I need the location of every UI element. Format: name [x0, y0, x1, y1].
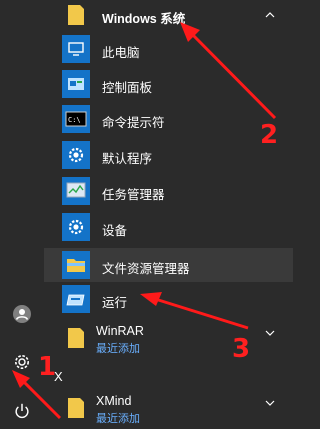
list-item-devices[interactable]: 设备 — [44, 212, 293, 242]
group-title: XMind — [96, 394, 132, 408]
list-item-label: 控制面板 — [102, 81, 153, 95]
gear-icon — [62, 213, 90, 241]
list-item-run[interactable]: 运行 — [44, 284, 293, 314]
app-list: Windows 系统 此电脑 控制面板 C:\ 命令提示符 默认程序 任务管理器… — [44, 0, 293, 425]
list-item-file-explorer[interactable]: 文件资源管理器 — [44, 248, 293, 282]
folder-icon — [62, 394, 90, 422]
annotation-number-1: 1 — [38, 352, 57, 382]
folder-icon — [62, 251, 90, 279]
gear-icon — [15, 355, 29, 369]
run-icon — [62, 285, 90, 313]
chevron-down-icon[interactable] — [263, 396, 277, 410]
list-item-label: 运行 — [102, 296, 128, 310]
recently-added-label: 最近添加 — [96, 413, 140, 425]
command-prompt-icon: C:\ — [62, 105, 90, 133]
chevron-down-icon[interactable] — [263, 326, 277, 340]
recently-added-label: 最近添加 — [96, 343, 140, 355]
list-item-label: 任务管理器 — [102, 188, 165, 202]
letter-header-x[interactable]: X — [44, 366, 293, 388]
power-button[interactable] — [0, 393, 44, 429]
gear-icon — [62, 141, 90, 169]
computer-icon — [62, 35, 90, 63]
annotation-number-3: 3 — [232, 334, 251, 364]
control-panel-icon — [62, 70, 90, 98]
list-item-label: 默认程序 — [102, 152, 153, 166]
list-item-label: 命令提示符 — [102, 116, 165, 130]
list-item-command-prompt[interactable]: C:\ 命令提示符 — [44, 104, 293, 134]
svg-text:C:\: C:\ — [68, 116, 81, 124]
list-item-task-manager[interactable]: 任务管理器 — [44, 176, 293, 206]
power-icon — [15, 403, 29, 419]
list-item-control-panel[interactable]: 控制面板 — [44, 69, 293, 99]
folder-icon — [62, 324, 90, 352]
chevron-up-icon[interactable] — [263, 8, 277, 22]
list-item-label: 设备 — [102, 224, 128, 238]
user-account-button[interactable] — [0, 296, 44, 332]
group-windows-system[interactable]: Windows 系统 — [44, 0, 293, 30]
list-item-default-programs[interactable]: 默认程序 — [44, 140, 293, 170]
group-winrar[interactable]: WinRAR 最近添加 — [44, 320, 293, 356]
list-item-this-pc[interactable]: 此电脑 — [44, 34, 293, 64]
group-title: WinRAR — [96, 324, 144, 338]
user-icon — [13, 305, 31, 323]
folder-icon — [62, 1, 90, 29]
list-item-label: 文件资源管理器 — [102, 262, 190, 276]
group-title: Windows 系统 — [102, 12, 186, 26]
group-xmind[interactable]: XMind 最近添加 — [44, 390, 293, 425]
list-item-label: 此电脑 — [102, 46, 140, 60]
task-manager-icon — [62, 177, 90, 205]
annotation-number-2: 2 — [260, 120, 279, 150]
